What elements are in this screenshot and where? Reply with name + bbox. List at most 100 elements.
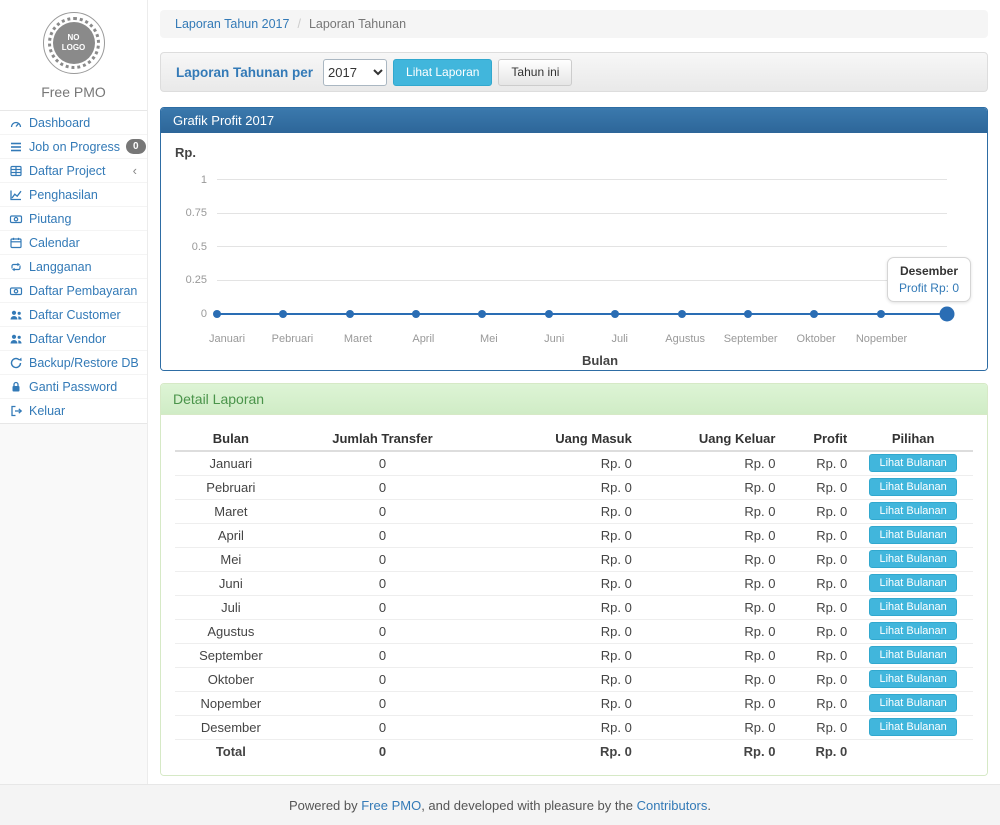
cell-bulan: September xyxy=(175,643,287,667)
col-pilihan: Pilihan xyxy=(853,427,973,451)
lihat-bulanan-button[interactable]: Lihat Bulanan xyxy=(869,526,956,544)
sidebar-item-label: Daftar Customer xyxy=(29,308,139,322)
sidebar-item-label: Daftar Pembayaran xyxy=(29,284,139,298)
data-point[interactable] xyxy=(346,310,354,318)
x-axis-label: Agustus xyxy=(665,333,705,345)
year-select[interactable]: 2017 xyxy=(323,59,387,86)
sidebar-item-backup-restore-db[interactable]: Backup/Restore DB xyxy=(0,351,147,375)
sidebar-item-label: Keluar xyxy=(29,404,139,418)
report-filter-bar: Laporan Tahunan per 2017 Lihat Laporan T… xyxy=(160,52,988,92)
sidebar: NO LOGO Free PMO Dashboard Job on Progre… xyxy=(0,0,148,784)
cell-profit: Rp. 0 xyxy=(781,451,853,475)
cell-jumlah-transfer: 0 xyxy=(287,547,479,571)
y-axis-tick: 0 xyxy=(175,308,217,320)
table-row: Agustus 0 Rp. 0 Rp. 0 Rp. 0 Lihat Bulana… xyxy=(175,619,973,643)
x-axis-label: April xyxy=(412,333,434,345)
tooltip-value: Profit Rp: 0 xyxy=(899,281,959,295)
cell-jumlah-transfer: 0 xyxy=(287,499,479,523)
x-axis-label: Pebruari xyxy=(272,333,314,345)
sidebar-item-penghasilan[interactable]: Penghasilan xyxy=(0,183,147,207)
lihat-laporan-button[interactable]: Lihat Laporan xyxy=(393,59,492,86)
lihat-bulanan-button[interactable]: Lihat Bulanan xyxy=(869,646,956,664)
gridline xyxy=(217,179,947,180)
main-content: Laporan Tahun 2017 / Laporan Tahunan Lap… xyxy=(148,0,1000,784)
cell-uang-keluar: Rp. 0 xyxy=(638,571,782,595)
lihat-bulanan-button[interactable]: Lihat Bulanan xyxy=(869,670,956,688)
cell-bulan: Nopember xyxy=(175,691,287,715)
data-point[interactable] xyxy=(213,310,221,318)
sidebar-item-ganti-password[interactable]: Ganti Password xyxy=(0,375,147,399)
chart-zero-line xyxy=(217,313,947,315)
lihat-bulanan-button[interactable]: Lihat Bulanan xyxy=(869,550,956,568)
table-icon xyxy=(8,164,23,178)
tooltip-title: Desember xyxy=(899,264,959,278)
y-axis-tick: 0.5 xyxy=(175,241,217,253)
data-point[interactable] xyxy=(810,310,818,318)
sidebar-item-daftar-vendor[interactable]: Daftar Vendor xyxy=(0,327,147,351)
table-row: Januari 0 Rp. 0 Rp. 0 Rp. 0 Lihat Bulana… xyxy=(175,451,973,475)
cell-uang-keluar: Rp. 0 xyxy=(638,475,782,499)
sidebar-item-langganan[interactable]: Langganan xyxy=(0,255,147,279)
total-keluar: Rp. 0 xyxy=(638,739,782,763)
sidebar-item-daftar-customer[interactable]: Daftar Customer xyxy=(0,303,147,327)
brand-name: Free PMO xyxy=(0,84,147,100)
lihat-bulanan-button[interactable]: Lihat Bulanan xyxy=(869,502,956,520)
sidebar-item-job-on-progress[interactable]: Job on Progress 0 xyxy=(0,135,147,159)
chart-panel-title: Grafik Profit 2017 xyxy=(161,108,987,133)
data-point[interactable] xyxy=(412,310,420,318)
sidebar-item-keluar[interactable]: Keluar xyxy=(0,399,147,423)
cell-bulan: Mei xyxy=(175,547,287,571)
cell-uang-masuk: Rp. 0 xyxy=(478,643,638,667)
lihat-bulanan-button[interactable]: Lihat Bulanan xyxy=(869,478,956,496)
contributors-link[interactable]: Contributors xyxy=(637,798,708,813)
sidebar-item-daftar-pembayaran[interactable]: Daftar Pembayaran xyxy=(0,279,147,303)
cell-uang-masuk: Rp. 0 xyxy=(478,523,638,547)
sidebar-item-calendar[interactable]: Calendar xyxy=(0,231,147,255)
data-point[interactable] xyxy=(877,310,885,318)
cell-jumlah-transfer: 0 xyxy=(287,475,479,499)
table-row: Juli 0 Rp. 0 Rp. 0 Rp. 0 Lihat Bulanan xyxy=(175,595,973,619)
lihat-bulanan-button[interactable]: Lihat Bulanan xyxy=(869,694,956,712)
chevron-left-icon: ‹ xyxy=(133,163,139,178)
free-pmo-link[interactable]: Free PMO xyxy=(361,798,421,813)
cell-uang-masuk: Rp. 0 xyxy=(478,619,638,643)
table-row: Maret 0 Rp. 0 Rp. 0 Rp. 0 Lihat Bulanan xyxy=(175,499,973,523)
lihat-bulanan-button[interactable]: Lihat Bulanan xyxy=(869,454,956,472)
cell-jumlah-transfer: 0 xyxy=(287,523,479,547)
cell-uang-masuk: Rp. 0 xyxy=(478,547,638,571)
lihat-bulanan-button[interactable]: Lihat Bulanan xyxy=(869,598,956,616)
x-axis-label: Juli xyxy=(611,333,628,345)
cell-uang-masuk: Rp. 0 xyxy=(478,691,638,715)
lihat-bulanan-button[interactable]: Lihat Bulanan xyxy=(869,574,956,592)
sidebar-item-dashboard[interactable]: Dashboard xyxy=(0,111,147,135)
cell-uang-masuk: Rp. 0 xyxy=(478,667,638,691)
tahun-ini-button[interactable]: Tahun ini xyxy=(498,59,572,86)
breadcrumb-link[interactable]: Laporan Tahun 2017 xyxy=(175,17,289,31)
data-point[interactable] xyxy=(545,310,553,318)
app-logo: NO LOGO xyxy=(43,12,105,74)
data-point[interactable] xyxy=(478,310,486,318)
data-point[interactable] xyxy=(940,306,955,321)
gridline xyxy=(217,246,947,247)
table-row: Mei 0 Rp. 0 Rp. 0 Rp. 0 Lihat Bulanan xyxy=(175,547,973,571)
lihat-bulanan-button[interactable]: Lihat Bulanan xyxy=(869,622,956,640)
sidebar-item-piutang[interactable]: Piutang xyxy=(0,207,147,231)
page-layout: NO LOGO Free PMO Dashboard Job on Progre… xyxy=(0,0,1000,784)
cell-jumlah-transfer: 0 xyxy=(287,691,479,715)
count-badge: 0 xyxy=(126,139,146,154)
data-point[interactable] xyxy=(744,310,752,318)
lihat-bulanan-button[interactable]: Lihat Bulanan xyxy=(869,718,956,736)
table-header-row: Bulan Jumlah Transfer Uang Masuk Uang Ke… xyxy=(175,427,973,451)
detail-panel-title: Detail Laporan xyxy=(161,384,987,415)
data-point[interactable] xyxy=(611,310,619,318)
data-point[interactable] xyxy=(279,310,287,318)
calendar-icon xyxy=(8,236,23,250)
cell-uang-masuk: Rp. 0 xyxy=(478,475,638,499)
cell-bulan: Juni xyxy=(175,571,287,595)
sidebar-item-daftar-project[interactable]: Daftar Project ‹ xyxy=(0,159,147,183)
profit-chart-panel: Grafik Profit 2017 Rp. 1 0.75 0.5 xyxy=(160,107,988,371)
data-point[interactable] xyxy=(678,310,686,318)
x-axis-label: Maret xyxy=(344,333,372,345)
cell-bulan: Desember xyxy=(175,715,287,739)
col-uang-masuk: Uang Masuk xyxy=(478,427,638,451)
